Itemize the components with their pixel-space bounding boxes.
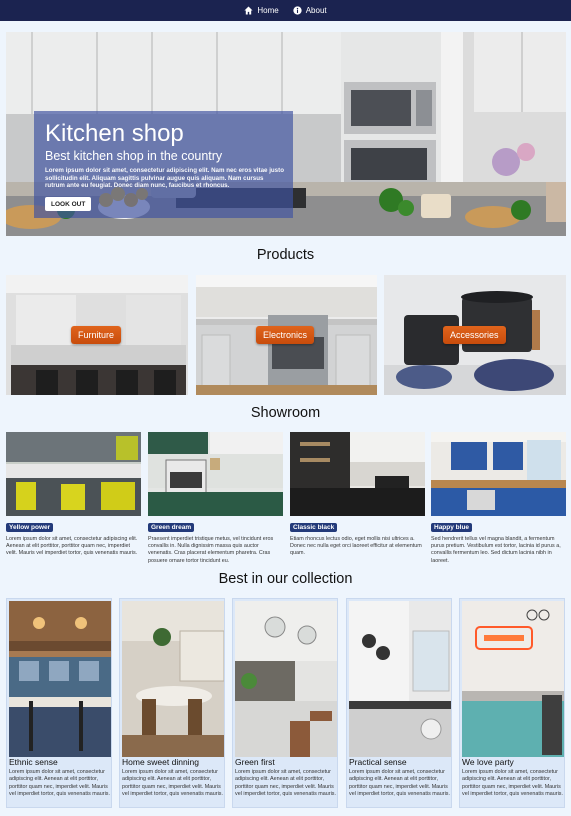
nav-home-label: Home [257,6,279,15]
product-card-accessories[interactable]: Accessories [384,275,566,395]
look-out-button[interactable]: LOOK OUT [45,197,92,211]
happy-blue-badge: Happy blue [431,523,473,532]
furniture-label: Furniture [71,326,122,344]
collection-card[interactable]: Home sweet dinning Lorem ipsum dolor sit… [119,598,225,808]
collection-card-text: Lorem ipsum dolor sit amet, consectetur … [349,769,450,797]
green-dream-badge: Green dream [148,523,195,532]
hero-title: Kitchen shop [45,120,184,147]
showroom-item[interactable]: Yellow power Lorem ipsum dolor sit amet,… [6,432,141,558]
collection-card[interactable]: We love party Lorem ipsum dolor sit amet… [459,598,565,808]
hero-description: Lorem ipsum dolor sit amet, consectetur … [45,167,284,190]
product-card-electronics[interactable]: Electronics [196,275,377,395]
ethnic-sense-image [9,601,111,757]
products-heading: Products [256,247,315,263]
collection-card-text: Lorem ipsum dolor sit amet, consectetur … [462,769,563,797]
electronics-label: Electronics [256,326,315,344]
yellow-kitchen-image [6,432,141,516]
showroom-item[interactable]: Happy blue Sed hendrerit tellus vel magn… [431,432,566,565]
collection-card[interactable]: Ethnic sense Lorem ipsum dolor sit amet,… [6,598,112,808]
hero-carousel: Kitchen shop Best kitchen shop in the co… [6,32,566,236]
green-first-image [235,601,337,757]
showroom-heading: Showroom [250,405,321,421]
nav-about[interactable]: About [293,6,327,15]
info-icon [293,6,302,15]
collection-card-title: Ethnic sense [9,757,58,767]
collection-card[interactable]: Green first Lorem ipsum dolor sit amet, … [232,598,338,808]
showroom-text: Sed hendrerit tellus vel magna blandit, … [431,536,561,564]
showroom-text: Lorem ipsum dolor sit amet, consectetur … [6,536,138,557]
showroom-text: Praesent imperdiet tristique metus, vel … [148,536,274,564]
showroom-item[interactable]: Classic black Etiam rhoncus lectus odio,… [290,432,425,558]
collection-card-text: Lorem ipsum dolor sit amet, consectetur … [9,769,110,797]
hero-caption: Kitchen shop Best kitchen shop in the co… [34,111,293,218]
yellow-power-badge: Yellow power [6,523,54,532]
collection-card-title: We love party [462,757,514,767]
showroom-item[interactable]: Green dream Praesent imperdiet tristique… [148,432,283,565]
collection-card-text: Lorem ipsum dolor sit amet, consectetur … [235,769,336,797]
top-nav: Home About [0,0,571,21]
showroom-text: Etiam rhoncus lectus odio, eget mollis n… [290,536,422,557]
black-kitchen-image [290,432,425,516]
collection-card-title: Green first [235,757,275,767]
home-icon [244,6,253,15]
collection-card[interactable]: Practical sense Lorem ipsum dolor sit am… [346,598,452,808]
home-sweet-dinning-image [122,601,224,757]
collection-card-text: Lorem ipsum dolor sit amet, consectetur … [122,769,223,797]
collection-card-title: Home sweet dinning [122,757,200,767]
product-card-furniture[interactable]: Furniture [6,275,188,395]
nav-home[interactable]: Home [244,6,279,15]
collection-card-title: Practical sense [349,757,407,767]
hero-subtitle: Best kitchen shop in the country [45,149,223,163]
collection-heading: Best in our collection [218,571,353,587]
nav-about-label: About [305,6,327,15]
classic-black-badge: Classic black [290,523,338,532]
we-love-party-image [462,601,564,757]
green-kitchen-image [148,432,283,516]
accessories-label: Accessories [443,326,506,344]
blue-kitchen-image [431,432,566,516]
practical-sense-image [349,601,451,757]
